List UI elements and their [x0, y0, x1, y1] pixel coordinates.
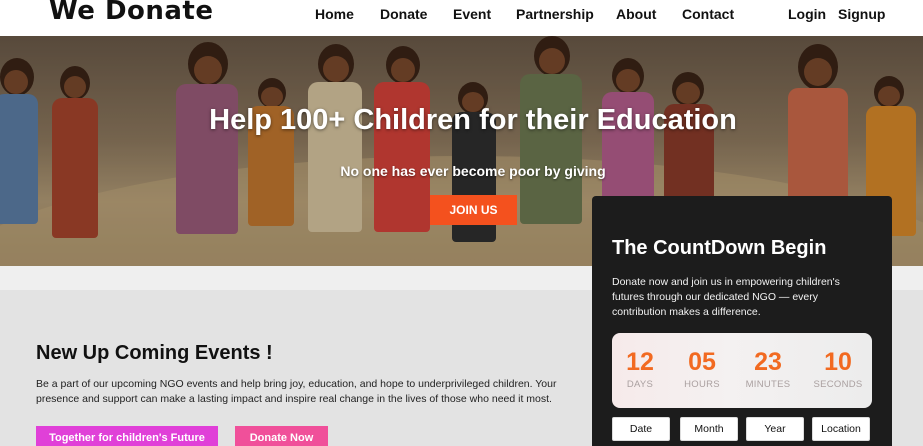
hero-title: Help 100+ Children for their Education — [209, 104, 737, 136]
countdown-days: 12 DAYS — [610, 349, 670, 390]
hours-value: 05 — [688, 348, 716, 376]
date-button[interactable]: Date — [612, 417, 670, 441]
countdown-title: The CountDown Begin — [612, 237, 827, 259]
nav-about[interactable]: About — [616, 6, 656, 22]
events-description: Be a part of our upcoming NGO events and… — [36, 378, 557, 405]
nav-donate[interactable]: Donate — [380, 6, 427, 22]
month-button[interactable]: Month — [680, 417, 738, 441]
join-us-button[interactable]: JOIN US — [430, 195, 517, 225]
countdown-card: The CountDown Begin Donate now and join … — [592, 196, 892, 446]
countdown-timer: 12 DAYS 05 HOURS 23 MINUTES 10 SECONDS — [612, 333, 872, 408]
days-value: 12 — [626, 348, 654, 376]
minutes-value: 23 — [754, 348, 782, 376]
seconds-label: SECONDS — [813, 379, 863, 390]
nav-partnership[interactable]: Partnership — [516, 6, 594, 22]
donate-now-button[interactable]: Donate Now — [235, 426, 328, 446]
signup-link[interactable]: Signup — [838, 6, 885, 22]
countdown-minutes: 23 MINUTES — [738, 349, 798, 390]
days-label: DAYS — [626, 379, 654, 390]
seconds-value: 10 — [824, 348, 852, 376]
hours-label: HOURS — [684, 379, 720, 390]
year-button[interactable]: Year — [746, 417, 804, 441]
minutes-label: MINUTES — [745, 379, 791, 390]
navbar: We Donate Home Donate Event Partnership … — [0, 0, 923, 36]
nav-home[interactable]: Home — [315, 6, 354, 22]
countdown-hours: 05 HOURS — [672, 349, 732, 390]
events-title: New Up Coming Events ! — [36, 342, 273, 364]
login-link[interactable]: Login — [788, 6, 826, 22]
nav-contact[interactable]: Contact — [682, 6, 734, 22]
countdown-text: Donate now and join us in empowering chi… — [612, 276, 840, 318]
location-button[interactable]: Location — [812, 417, 870, 441]
hero-subtitle: No one has ever become poor by giving — [340, 163, 606, 179]
logo[interactable]: We Donate — [49, 0, 214, 26]
nav-event[interactable]: Event — [453, 6, 491, 22]
countdown-seconds: 10 SECONDS — [808, 349, 868, 390]
together-future-button[interactable]: Together for children's Future — [36, 426, 218, 446]
